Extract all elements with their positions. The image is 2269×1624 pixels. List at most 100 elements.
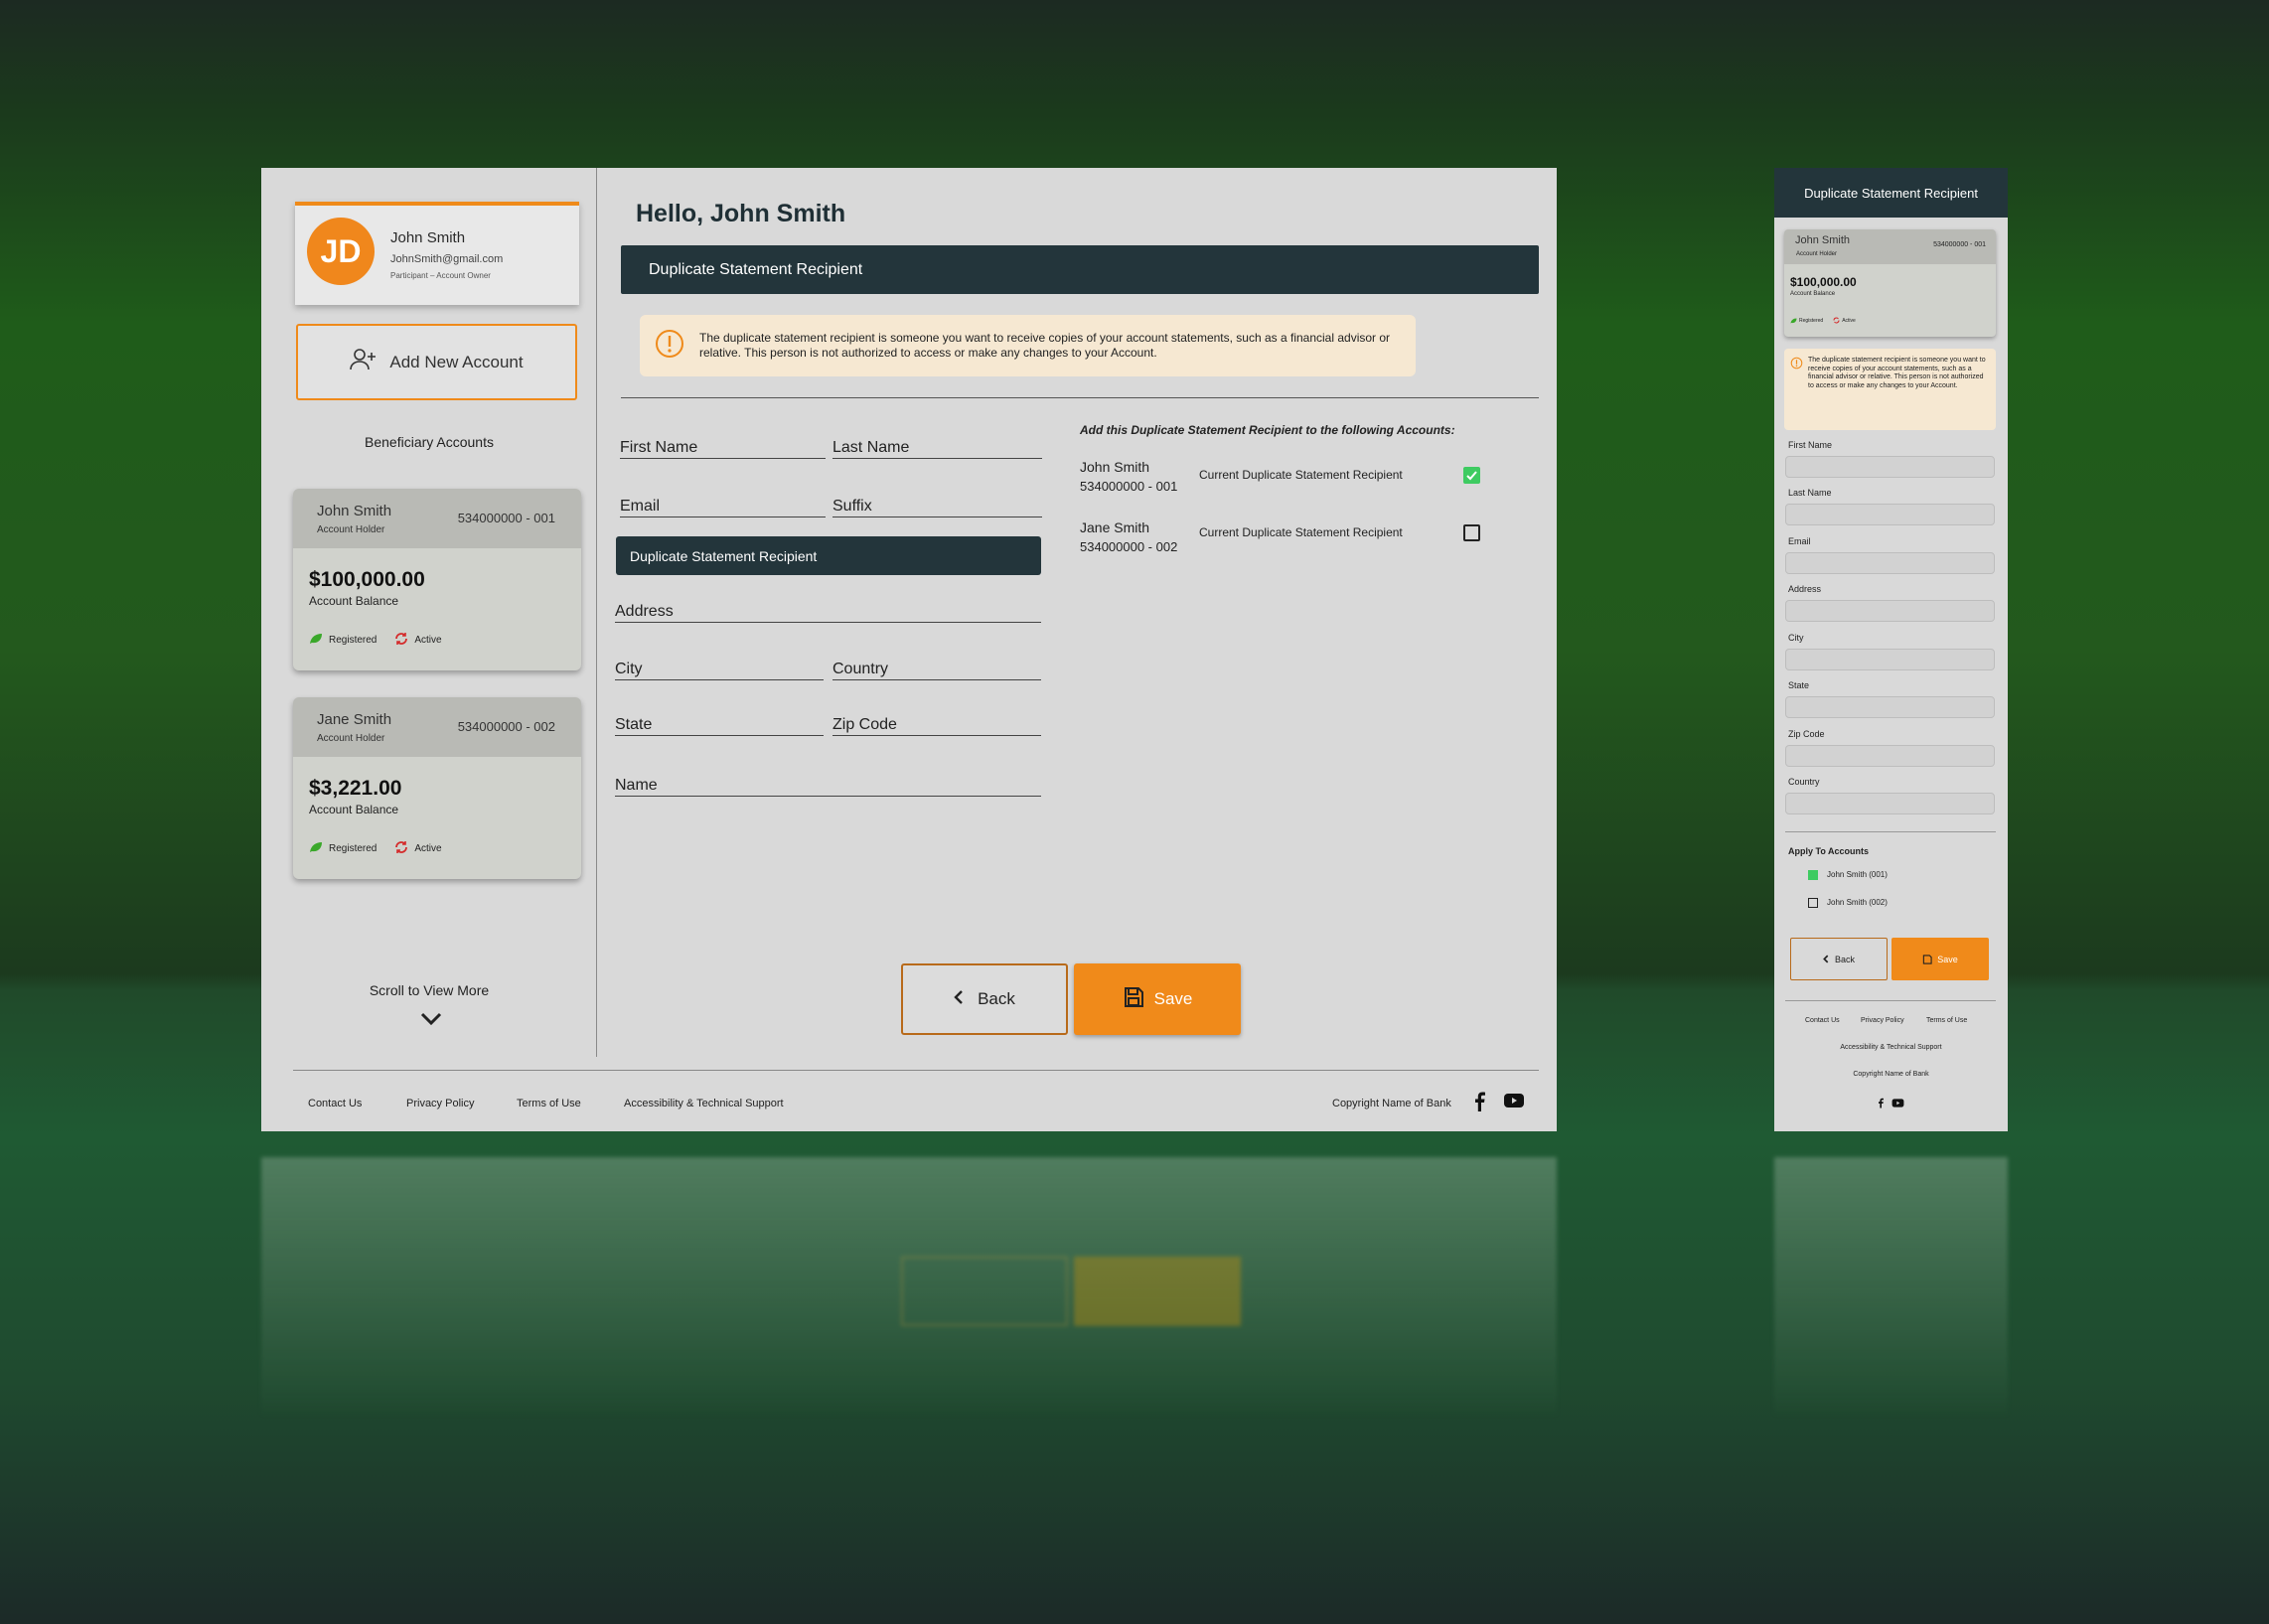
mobile-divider	[1785, 831, 1996, 832]
mobile-footer-terms[interactable]: Terms of Use	[1926, 1017, 1967, 1024]
account-card-001[interactable]: John Smith Account Holder 534000000 - 00…	[293, 489, 581, 670]
mobile-apply-checkbox-002[interactable]	[1808, 898, 1818, 908]
leaf-icon	[309, 841, 323, 856]
account-number: 534000000 - 001	[457, 511, 555, 525]
chevron-down-icon[interactable]	[420, 1012, 442, 1031]
mobile-header: Duplicate Statement Recipient	[1774, 168, 2008, 218]
refresh-icon	[394, 632, 408, 649]
mobile-address-input[interactable]	[1785, 600, 1995, 622]
save-button[interactable]: Save	[1074, 963, 1241, 1035]
active-status: Active	[414, 843, 442, 854]
name-field[interactable]: Name	[615, 777, 1041, 797]
apply-account-number: 534000000 - 001	[1080, 479, 1178, 494]
mobile-balance-label: Account Balance	[1790, 291, 1836, 297]
apply-account-label: Current Duplicate Statement Recipient	[1199, 468, 1403, 482]
refresh-icon	[394, 840, 408, 857]
mobile-label-city: City	[1788, 633, 1804, 643]
mobile-notice-text: The duplicate statement recipient is som…	[1808, 357, 1986, 389]
youtube-icon[interactable]	[1503, 1092, 1525, 1114]
apply-account-checkbox-002[interactable]	[1463, 524, 1480, 541]
mobile-email-input[interactable]	[1785, 552, 1995, 574]
mobile-zip-input[interactable]	[1785, 745, 1995, 767]
footer-divider	[293, 1070, 1539, 1071]
country-field[interactable]: Country	[832, 661, 1041, 680]
footer-terms-link[interactable]: Terms of Use	[517, 1098, 581, 1109]
zip-code-field[interactable]: Zip Code	[832, 716, 1041, 736]
mobile-active-status: Active	[1833, 317, 1856, 324]
mobile-save-button[interactable]: Save	[1891, 938, 1989, 980]
reflection-save	[1074, 1256, 1241, 1326]
account-holder-role: Account Holder	[317, 524, 385, 535]
leaf-icon	[309, 633, 323, 648]
mobile-account-card[interactable]: John Smith Account Holder 534000000 - 00…	[1784, 229, 1996, 337]
email-field[interactable]: Email	[620, 498, 826, 517]
first-name-field[interactable]: First Name	[620, 439, 826, 459]
mobile-label-first-name: First Name	[1788, 440, 1833, 450]
mobile-footer-accessibility[interactable]: Accessibility & Technical Support	[1774, 1044, 2008, 1051]
mobile-last-name-input[interactable]	[1785, 504, 1995, 525]
sidebar: JD John Smith JohnSmith@gmail.com Partic…	[261, 168, 597, 1057]
mobile-footer-contact[interactable]: Contact Us	[1805, 1017, 1840, 1024]
active-status: Active	[414, 635, 442, 646]
apply-accounts-title: Add this Duplicate Statement Recipient t…	[1080, 423, 1455, 437]
apply-account-row-002: Jane Smith 534000000 - 002	[1080, 519, 1177, 554]
mobile-apply-checkbox-001[interactable]	[1808, 870, 1818, 880]
city-field[interactable]: City	[615, 661, 824, 680]
mobile-footer-divider	[1785, 1000, 1996, 1001]
address-field[interactable]: Address	[615, 603, 1041, 623]
mobile-youtube-icon[interactable]	[1891, 1096, 1904, 1113]
add-new-account-button[interactable]: Add New Account	[296, 324, 577, 400]
page-greeting: Hello, John Smith	[636, 200, 846, 227]
save-label: Save	[1153, 989, 1193, 1008]
mobile-first-name-input[interactable]	[1785, 456, 1995, 478]
checkmark-icon	[1466, 471, 1477, 481]
footer-copyright: Copyright Name of Bank	[1332, 1098, 1451, 1109]
apply-account-name: John Smith	[1080, 459, 1150, 475]
apply-account-name: Jane Smith	[1080, 519, 1150, 535]
mobile-account-name: John Smith	[1795, 234, 1851, 246]
apply-account-label: Current Duplicate Statement Recipient	[1199, 525, 1403, 539]
divider	[621, 397, 1539, 398]
add-user-icon	[350, 348, 378, 376]
apply-account-checkbox-001[interactable]	[1463, 467, 1480, 484]
footer-contact-link[interactable]: Contact Us	[308, 1098, 362, 1109]
footer-privacy-link[interactable]: Privacy Policy	[406, 1098, 474, 1109]
account-holder-name: John Smith	[317, 503, 392, 519]
mobile-label-last-name: Last Name	[1788, 488, 1832, 498]
state-field[interactable]: State	[615, 716, 824, 736]
profile-role: Participant – Account Owner	[390, 271, 491, 280]
mobile-screen: Duplicate Statement Recipient John Smith…	[1774, 168, 2008, 1131]
mobile-label-zip: Zip Code	[1788, 729, 1825, 739]
mobile-save-label: Save	[1937, 954, 1958, 964]
info-notice: The duplicate statement recipient is som…	[640, 315, 1416, 376]
mobile-footer-copyright: Copyright Name of Bank	[1853, 1071, 1929, 1078]
mobile-back-button[interactable]: Back	[1790, 938, 1888, 980]
notice-text: The duplicate statement recipient is som…	[699, 331, 1391, 360]
chevron-left-icon	[1823, 955, 1829, 963]
footer-accessibility-link[interactable]: Accessibility & Technical Support	[624, 1098, 784, 1109]
mobile-country-input[interactable]	[1785, 793, 1995, 814]
back-button[interactable]: Back	[901, 963, 1068, 1035]
mobile-label-country: Country	[1788, 777, 1820, 787]
mobile-state-input[interactable]	[1785, 696, 1995, 718]
mobile-city-input[interactable]	[1785, 649, 1995, 670]
last-name-field[interactable]: Last Name	[832, 439, 1042, 459]
leaf-icon	[1790, 318, 1797, 323]
apply-account-row-001: John Smith 534000000 - 001	[1080, 459, 1177, 494]
suffix-field[interactable]: Suffix	[832, 498, 1042, 517]
mobile-apply-label-002: John Smith (002)	[1827, 898, 1888, 907]
mobile-apply-label-001: John Smith (001)	[1827, 870, 1888, 879]
alert-icon	[1790, 357, 1803, 369]
mobile-label-email: Email	[1788, 536, 1811, 546]
facebook-icon[interactable]	[1473, 1092, 1485, 1116]
mobile-facebook-icon[interactable]	[1878, 1096, 1884, 1113]
back-label: Back	[978, 989, 1015, 1008]
account-card-002[interactable]: Jane Smith Account Holder 534000000 - 00…	[293, 697, 581, 879]
add-new-account-label: Add New Account	[389, 352, 524, 371]
account-holder-role: Account Holder	[317, 733, 385, 744]
mobile-footer-privacy[interactable]: Privacy Policy	[1861, 1017, 1904, 1024]
registered-status: Registered	[329, 635, 378, 646]
apply-account-number: 534000000 - 002	[1080, 539, 1178, 554]
desktop-screen: JD John Smith JohnSmith@gmail.com Partic…	[261, 168, 1557, 1131]
alert-icon	[654, 328, 685, 365]
